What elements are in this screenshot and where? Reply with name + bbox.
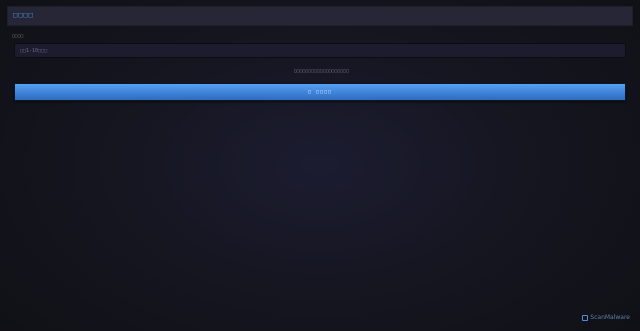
watermark-text: ScanMalware xyxy=(590,314,630,321)
submit-button[interactable]: □ □□□□ xyxy=(14,83,626,101)
hint-text: □□□□□□□□□□□□□□□□□□□ xyxy=(294,68,350,73)
header-bar: □□□□ xyxy=(7,6,633,26)
input-label: □□□□ xyxy=(12,33,24,38)
scanmalware-logo-icon xyxy=(582,314,589,321)
number-input[interactable] xyxy=(14,43,626,58)
page-title: □□□□ xyxy=(13,11,34,19)
watermark: ScanMalware xyxy=(582,314,630,321)
